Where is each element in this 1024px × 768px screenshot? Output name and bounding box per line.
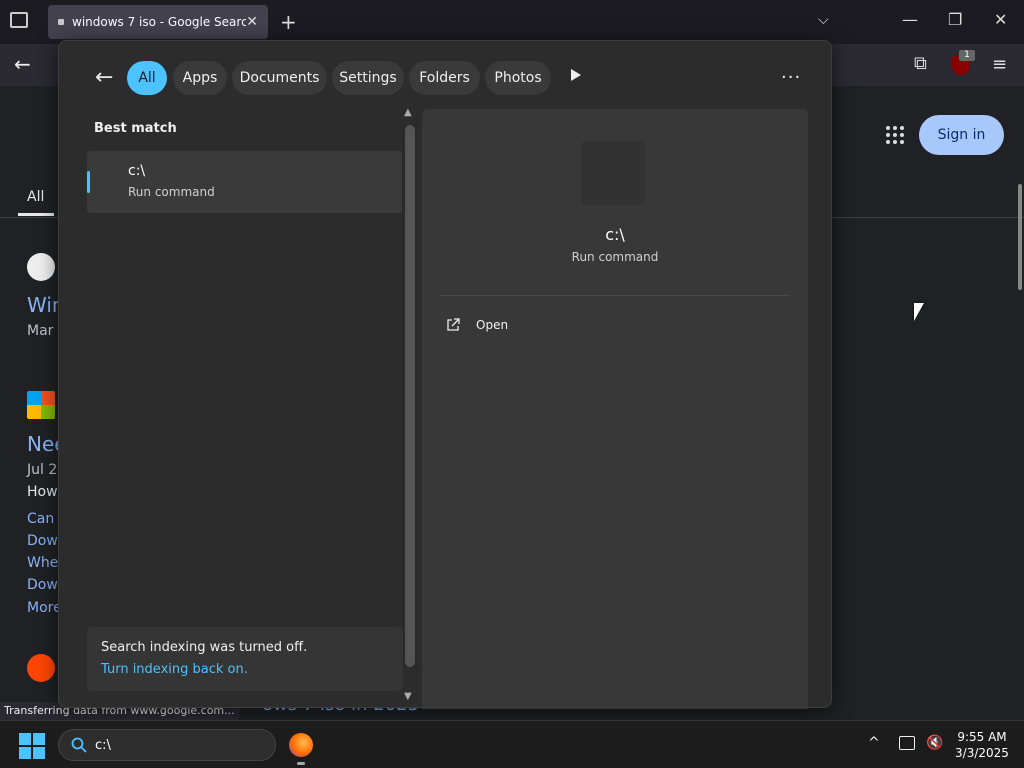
- new-tab-button[interactable]: +: [280, 10, 297, 34]
- open-action-button[interactable]: Open: [446, 313, 508, 337]
- tab-all[interactable]: All: [27, 189, 44, 205]
- clock-date[interactable]: 3/3/2025: [952, 746, 1012, 760]
- restore-icon[interactable]: ❐: [948, 10, 962, 29]
- more-options-icon[interactable]: ···: [781, 67, 801, 88]
- selection-indicator: [87, 171, 90, 193]
- run-command-icon: [581, 141, 645, 205]
- detail-subtitle: Run command: [571, 250, 659, 264]
- best-match-heading: Best match: [94, 121, 177, 136]
- network-icon[interactable]: [899, 736, 915, 750]
- volume-muted-icon[interactable]: 🔇: [926, 735, 943, 751]
- result-subtitle: Run command: [128, 185, 215, 199]
- search-icon: [71, 737, 87, 753]
- result-title: c:\: [128, 163, 146, 179]
- site-favicon-icon: [27, 253, 55, 281]
- minimize-icon[interactable]: —: [902, 10, 918, 29]
- result-sublink[interactable]: Dow: [27, 533, 58, 549]
- filter-settings[interactable]: Settings: [332, 61, 404, 95]
- open-external-icon: [447, 318, 460, 331]
- turn-indexing-on-link[interactable]: Turn indexing back on.: [101, 662, 248, 677]
- microsoft-logo-icon: [27, 391, 55, 419]
- scroll-down-icon[interactable]: ▼: [404, 691, 412, 702]
- divider: [440, 295, 790, 296]
- clock-time[interactable]: 9:55 AM: [952, 730, 1012, 744]
- open-label: Open: [476, 318, 509, 332]
- close-window-icon[interactable]: ✕: [994, 10, 1007, 29]
- sign-in-button[interactable]: Sign in: [919, 115, 1004, 155]
- taskbar-search-box[interactable]: [58, 729, 276, 761]
- extensions-icon[interactable]: ⧉: [914, 53, 927, 74]
- play-icon[interactable]: [571, 69, 581, 81]
- running-indicator: [297, 762, 305, 765]
- start-search-flyout: ← All Apps Documents Settings Folders Ph…: [58, 40, 832, 709]
- search-input[interactable]: [95, 737, 245, 753]
- reddit-icon: [27, 654, 55, 682]
- result-date: Mar: [27, 323, 54, 339]
- result-snippet: How: [27, 484, 58, 500]
- filter-apps[interactable]: Apps: [173, 61, 227, 95]
- scrollbar-thumb[interactable]: [405, 125, 415, 667]
- mouse-cursor-icon: [914, 303, 924, 321]
- back-arrow-icon[interactable]: ←: [14, 52, 31, 76]
- google-apps-icon[interactable]: [886, 126, 904, 144]
- results-scrollbar[interactable]: [402, 125, 418, 667]
- back-arrow-icon[interactable]: ←: [95, 65, 113, 90]
- result-sublink[interactable]: More: [27, 600, 62, 616]
- browser-tab[interactable]: windows 7 iso - Google Search ✕: [48, 5, 268, 39]
- filter-all[interactable]: All: [127, 61, 167, 95]
- tab-underline: [18, 213, 54, 216]
- indexing-notice: Search indexing was turned off. Turn ind…: [87, 627, 403, 691]
- result-sublink[interactable]: Dow: [27, 577, 58, 593]
- notice-text: Search indexing was turned off.: [101, 640, 308, 655]
- result-sublink[interactable]: Whe: [27, 555, 58, 571]
- result-date: Jul 2: [27, 462, 58, 478]
- filter-photos[interactable]: Photos: [485, 61, 551, 95]
- result-detail-pane: c:\ Run command Open: [422, 109, 808, 709]
- detail-title: c:\: [605, 225, 625, 244]
- tray-chevron-up-icon[interactable]: ^: [868, 735, 880, 751]
- filter-folders[interactable]: Folders: [409, 61, 480, 95]
- tab-close-icon[interactable]: ✕: [246, 14, 258, 30]
- scroll-up-icon[interactable]: ▲: [404, 107, 412, 118]
- tab-favicon-icon: [58, 19, 64, 25]
- taskbar: ^ 🔇 9:55 AM 3/3/2025: [0, 720, 1024, 768]
- tab-title: windows 7 iso - Google Search: [72, 15, 247, 29]
- extension-badge: 1: [959, 50, 975, 61]
- best-match-result[interactable]: c:\ Run command: [87, 151, 403, 213]
- chevron-down-icon[interactable]: ⌵: [818, 12, 829, 28]
- result-sublink[interactable]: Can: [27, 511, 54, 527]
- filter-documents[interactable]: Documents: [232, 61, 327, 95]
- hamburger-menu-icon[interactable]: ≡: [992, 54, 1007, 75]
- firefox-icon[interactable]: [289, 733, 313, 757]
- page-scrollbar[interactable]: [1018, 184, 1022, 290]
- windows-start-icon[interactable]: [19, 733, 45, 759]
- browser-tab-bar: windows 7 iso - Google Search ✕ + ⌵ — ❐ …: [0, 0, 1024, 44]
- tab-list-icon[interactable]: [10, 12, 28, 28]
